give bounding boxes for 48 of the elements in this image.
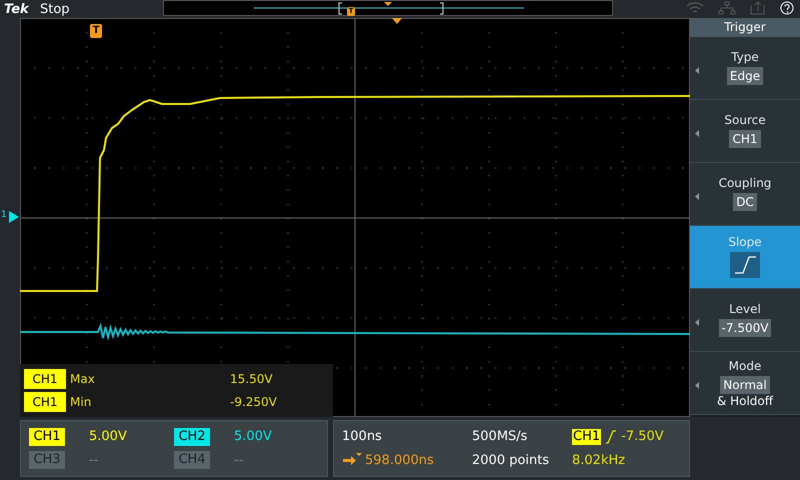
menu-item[interactable]: Level -7.500V <box>690 289 800 352</box>
measurement-name: Max <box>70 371 96 388</box>
channel-badge[interactable]: CH1 <box>29 428 65 446</box>
measurement-value: -9.250V <box>230 394 277 411</box>
channel-badge: CH1 <box>572 428 602 445</box>
caret-icon <box>695 67 699 74</box>
channel-scale: 5.00V <box>234 428 272 446</box>
trigger-frequency: 8.02kHz <box>572 452 626 470</box>
measurement-name: Min <box>70 394 92 411</box>
channel-scale: -- <box>89 452 98 470</box>
arrow-icon <box>342 453 362 468</box>
rising-edge-icon <box>730 252 760 278</box>
trigger-marker: T <box>90 24 102 38</box>
menu-value: Edge <box>726 67 764 85</box>
channel-badge: CH1 <box>24 369 66 389</box>
rising-edge-icon <box>605 430 618 444</box>
menu-item[interactable]: Mode Normal & Holdoff <box>690 352 800 415</box>
export-icon[interactable] <box>750 1 766 15</box>
measurement-value: 15.50V <box>230 371 273 388</box>
menu-item[interactable]: Source CH1 <box>690 100 800 163</box>
channel-badge: CH1 <box>24 392 66 412</box>
channel-badge[interactable]: CH2 <box>174 428 210 446</box>
sample-rate: 500MS/s <box>472 428 528 446</box>
menu-value: CH1 <box>729 130 761 148</box>
help-icon[interactable] <box>780 1 794 15</box>
horizontal-scale: 100ns <box>342 428 383 446</box>
menu-item[interactable]: Type Edge <box>690 37 800 100</box>
menu-title: Trigger <box>690 18 800 37</box>
run-state: Stop <box>40 2 71 16</box>
menu-item[interactable]: Coupling DC <box>690 163 800 226</box>
caret-icon <box>695 130 699 137</box>
channel-scale: 5.00V <box>89 428 127 446</box>
channel-arrow-icon <box>9 211 19 223</box>
caret-icon <box>695 382 699 389</box>
caret-icon <box>695 319 699 326</box>
logo: Tek <box>4 2 30 16</box>
record-length: 2000 points <box>472 452 550 470</box>
menu-value-note: & Holdoff <box>716 394 774 406</box>
wifi-icon[interactable] <box>686 1 704 15</box>
channel-marker: 1 <box>1 211 7 220</box>
horizontal-position: 598.000ns <box>365 452 434 470</box>
menu-value: Normal <box>720 376 770 394</box>
menu-value: DC <box>733 193 757 211</box>
network-icon[interactable] <box>718 1 736 15</box>
menu-value: -7.500V <box>718 319 772 337</box>
channel-scale: -- <box>234 452 244 470</box>
trigger-level: -7.50V <box>621 428 664 446</box>
caret-icon <box>695 193 699 200</box>
